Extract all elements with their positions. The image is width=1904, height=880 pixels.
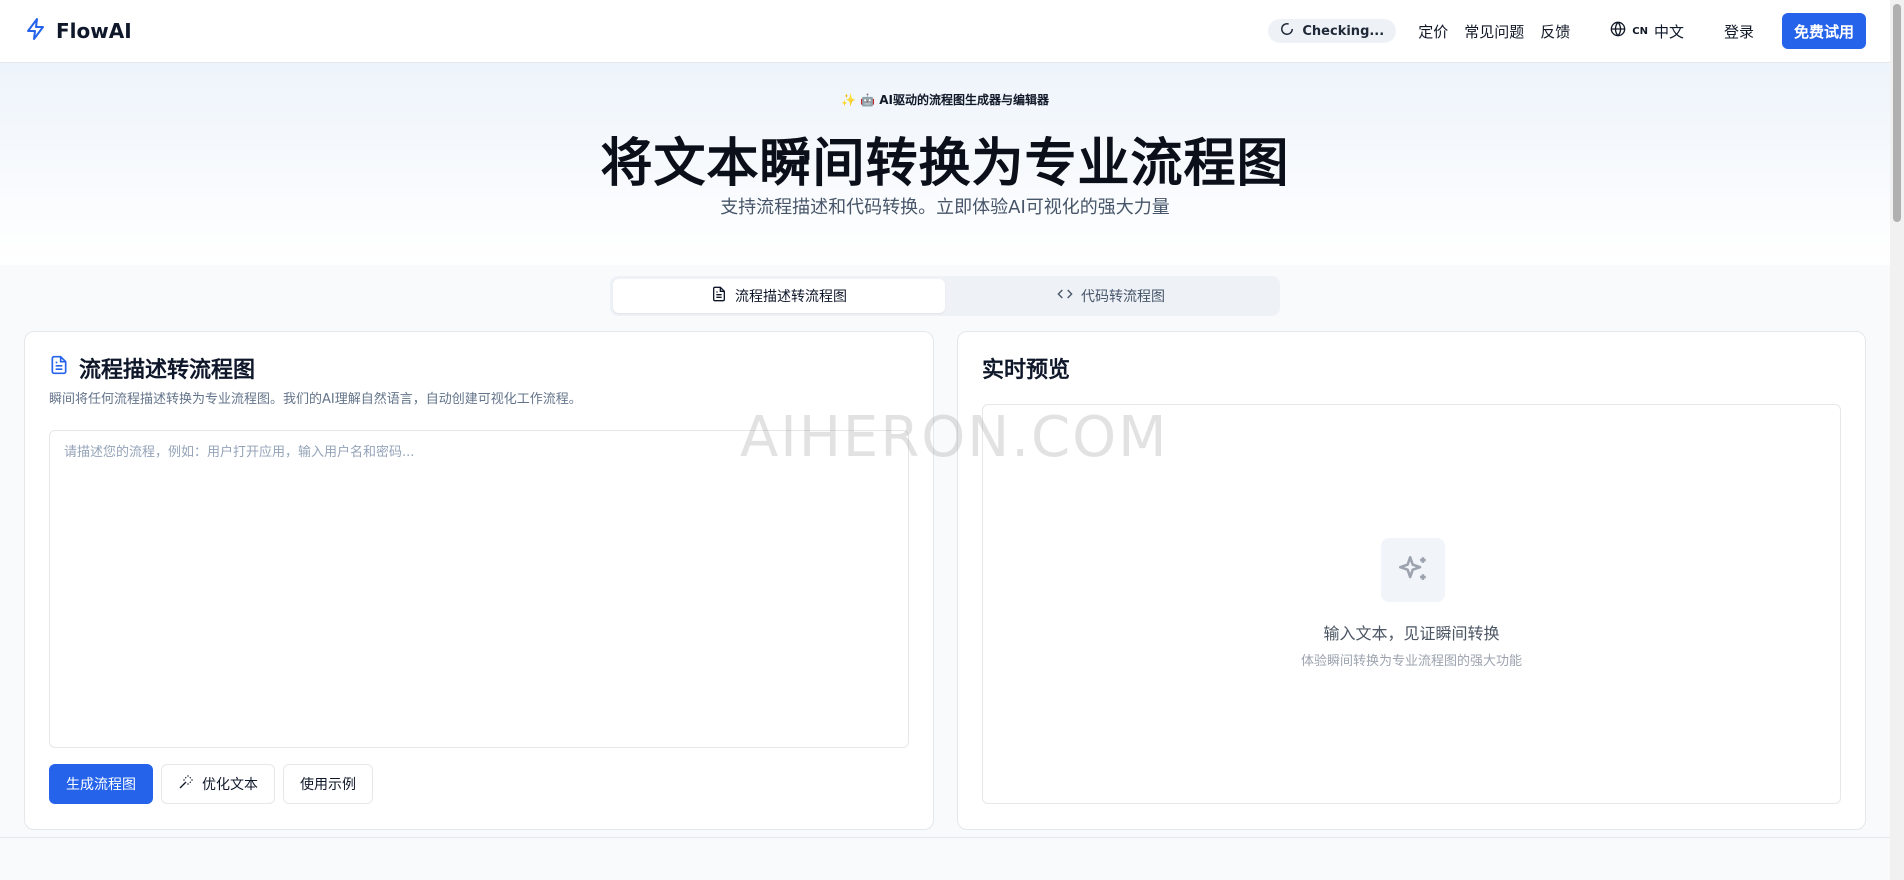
- tab-text-to-flowchart[interactable]: 流程描述转流程图: [613, 279, 945, 313]
- hero-badge-text: AI驱动的流程图生成器与编辑器: [879, 93, 1050, 107]
- language-code: CN: [1632, 25, 1648, 37]
- page-scrollbar[interactable]: [1890, 0, 1904, 880]
- document-icon: [49, 355, 69, 381]
- nav-link-pricing[interactable]: 定价: [1418, 21, 1448, 42]
- language-label: 中文: [1653, 22, 1684, 41]
- hero-section: ✨ 🤖 AI驱动的流程图生成器与编辑器 将文本瞬间转换为专业流程图 支持流程描述…: [0, 63, 1890, 265]
- top-header: FlowAI Checking... 定价 常见问题 反馈 CN 中文 登录 免…: [0, 0, 1890, 63]
- preview-empty-title: 输入文本，见证瞬间转换: [1323, 624, 1500, 643]
- brand[interactable]: FlowAI: [24, 17, 132, 45]
- preview-empty-subtitle: 体验瞬间转换为专业流程图的强大功能: [1300, 654, 1522, 669]
- sparkle-icon: ✨: [840, 93, 856, 107]
- editor-title-text: 流程描述转流程图: [79, 358, 256, 383]
- status-badge: Checking...: [1268, 19, 1397, 43]
- hero-badge: ✨ 🤖 AI驱动的流程图生成器与编辑器: [0, 91, 1890, 108]
- document-icon: [711, 286, 727, 306]
- code-icon: [1057, 286, 1073, 306]
- hero-subtitle: 支持流程描述和代码转换。立即体验AI可视化的强大力量: [720, 197, 1170, 218]
- language-selector[interactable]: CN 中文: [1610, 21, 1684, 42]
- process-description-input[interactable]: [49, 430, 909, 748]
- tab-code-to-flowchart[interactable]: 代码转流程图: [945, 279, 1277, 313]
- editor-actions: 生成流程图 优化文本 使用示例: [49, 764, 373, 804]
- spinner-icon: [1280, 22, 1294, 40]
- mode-tabs: 流程描述转流程图 代码转流程图: [610, 276, 1280, 316]
- magic-wand-icon: [178, 774, 194, 794]
- status-text: Checking...: [1302, 23, 1385, 39]
- optimize-text-button[interactable]: 优化文本: [161, 764, 275, 804]
- hero-title: 将文本瞬间转换为专业流程图: [600, 134, 1290, 194]
- nav-link-feedback[interactable]: 反馈: [1540, 21, 1570, 42]
- use-example-button[interactable]: 使用示例: [283, 764, 373, 804]
- preview-title: 实时预览: [982, 358, 1071, 383]
- login-link[interactable]: 登录: [1724, 21, 1754, 42]
- sparkles-icon: [1381, 538, 1445, 602]
- editor-title: 流程描述转流程图: [49, 352, 255, 384]
- robot-icon: 🤖: [860, 93, 876, 107]
- generate-flowchart-button[interactable]: 生成流程图: [49, 764, 153, 804]
- globe-icon: [1610, 21, 1626, 41]
- tab-label: 代码转流程图: [1081, 289, 1165, 305]
- editor-description: 瞬间将任何流程描述转换为专业流程图。我们的AI理解自然语言，自动创建可视化工作流…: [49, 392, 582, 407]
- free-trial-button[interactable]: 免费试用: [1781, 13, 1866, 49]
- brand-name: FlowAI: [56, 19, 132, 43]
- lightning-logo-icon: [24, 17, 48, 45]
- tab-label: 流程描述转流程图: [735, 289, 847, 305]
- top-nav: Checking... 定价 常见问题 反馈 CN 中文 登录 免费试用: [1268, 13, 1866, 49]
- scrollbar-thumb[interactable]: [1893, 4, 1901, 222]
- optimize-label: 优化文本: [202, 777, 258, 793]
- nav-link-faq[interactable]: 常见问题: [1464, 21, 1524, 42]
- watermark: AIHERON.COM: [740, 405, 1169, 470]
- section-divider: [0, 837, 1890, 838]
